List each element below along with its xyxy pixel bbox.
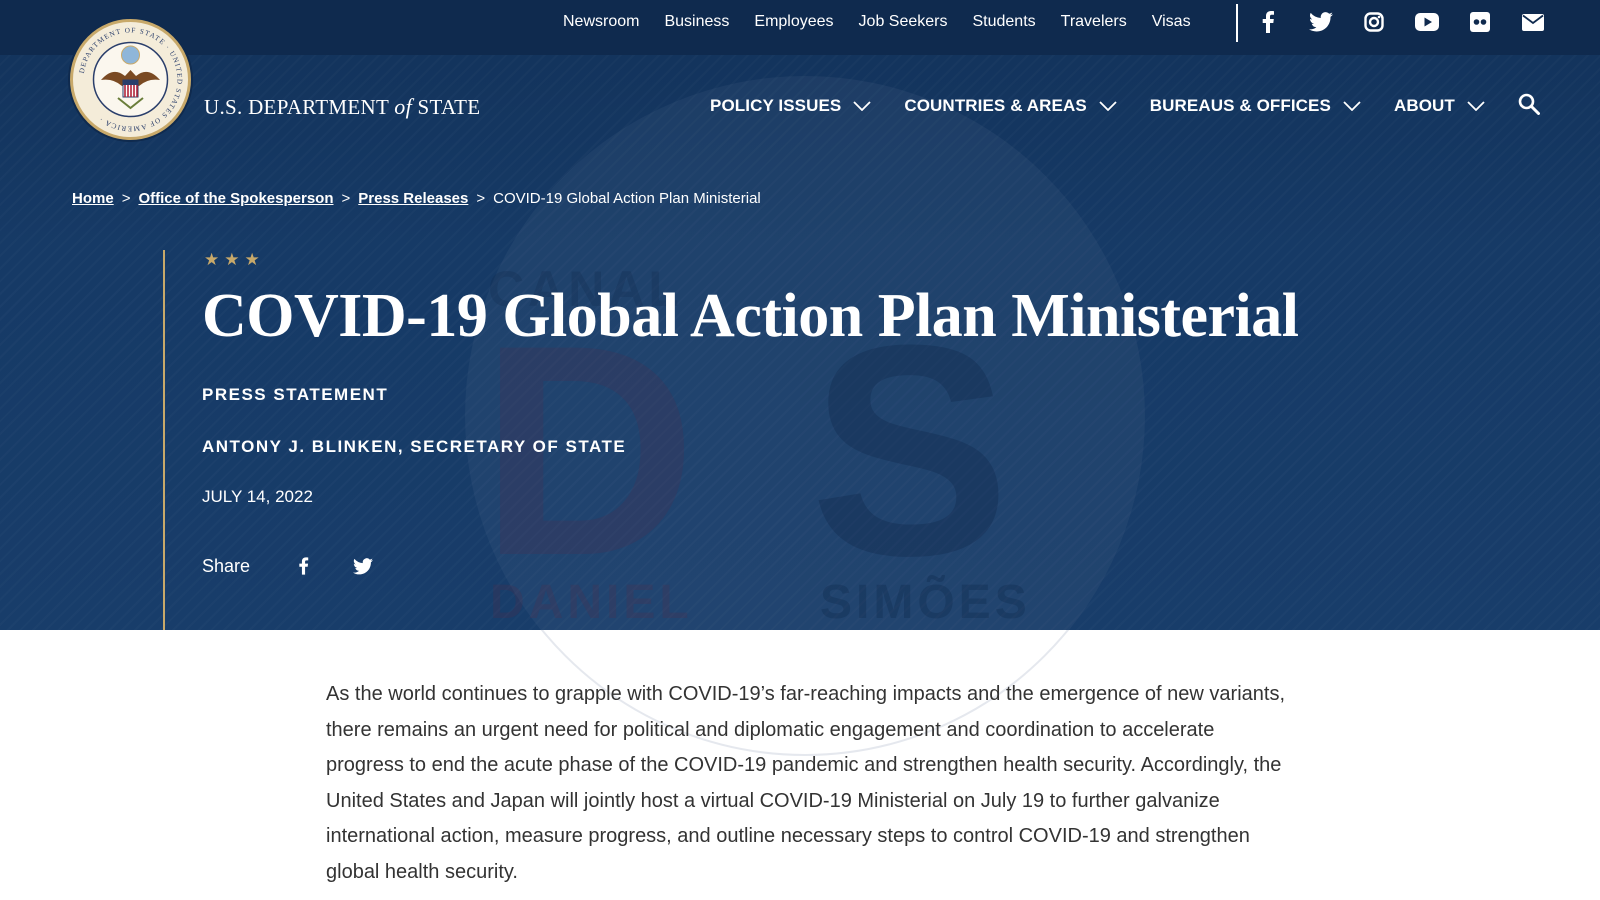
gold-accent-rule	[163, 250, 165, 630]
chevron-down-icon	[853, 101, 871, 111]
instagram-icon[interactable]	[1362, 10, 1386, 34]
chevron-down-icon	[1343, 101, 1361, 111]
nav-bureaus-offices[interactable]: BUREAUS & OFFICES	[1150, 96, 1361, 116]
youtube-icon[interactable]	[1415, 10, 1439, 34]
seal-emblem: DEPARTMENT OF STATE · UNITED STATES OF A…	[78, 26, 183, 132]
breadcrumb-home[interactable]: Home	[72, 190, 114, 207]
share-label: Share	[202, 555, 251, 576]
social-links	[1256, 0, 1574, 44]
nav-policy-issues[interactable]: POLICY ISSUES	[710, 96, 871, 116]
breadcrumb-current: COVID-19 Global Action Plan Ministerial	[493, 190, 761, 207]
article-type: PRESS STATEMENT	[202, 385, 389, 404]
facebook-icon[interactable]	[292, 555, 314, 577]
department-seal-logo[interactable]: DEPARTMENT OF STATE · UNITED STATES OF A…	[70, 19, 191, 140]
watermark-bottom-left: DANIEL	[490, 576, 693, 629]
nav-bureaus-offices-label: BUREAUS & OFFICES	[1149, 96, 1331, 115]
twitter-icon[interactable]	[1309, 10, 1333, 34]
search-icon[interactable]	[1518, 93, 1542, 117]
main-nav: POLICY ISSUES COUNTRIES & AREAS BUREAUS …	[710, 96, 1518, 116]
flickr-icon[interactable]	[1468, 10, 1492, 34]
breadcrumb-separator: >	[476, 190, 486, 207]
stars-decoration: ★★★	[204, 250, 265, 269]
page-title: COVID-19 Global Action Plan Ministerial	[202, 282, 1299, 350]
nav-about[interactable]: ABOUT	[1394, 96, 1485, 116]
breadcrumb-office-of-the-spokesperson[interactable]: Office of the Spokesperson	[138, 190, 333, 207]
article-author: ANTONY J. BLINKEN, SECRETARY OF STATE	[202, 437, 627, 456]
utility-link-travelers[interactable]: Travelers	[1061, 13, 1127, 31]
utility-link-business[interactable]: Business	[664, 13, 729, 31]
breadcrumb-press-releases[interactable]: Press Releases	[358, 190, 468, 207]
breadcrumb: Home > Office of the Spokesperson > Pres…	[72, 190, 761, 207]
nav-countries-areas-label: COUNTRIES & AREAS	[904, 96, 1087, 115]
email-icon[interactable]	[1521, 10, 1545, 34]
article-body: As the world continues to grapple with C…	[326, 683, 1286, 883]
agency-name-part2: STATE	[417, 95, 481, 119]
breadcrumb-separator: >	[121, 190, 131, 207]
agency-name-part1: U.S. DEPARTMENT	[204, 95, 389, 119]
article-date: JULY 14, 2022	[202, 487, 313, 506]
share-bar: Share	[202, 555, 374, 577]
chevron-down-icon	[1467, 101, 1485, 111]
utility-link-employees[interactable]: Employees	[754, 13, 833, 31]
hero-banner: CANAL D S Newsroom Business Employees Jo…	[0, 0, 1600, 630]
utility-divider	[1236, 4, 1238, 42]
facebook-icon[interactable]	[1256, 10, 1280, 34]
twitter-icon[interactable]	[352, 555, 374, 577]
utility-link-job-seekers[interactable]: Job Seekers	[859, 13, 948, 31]
chevron-down-icon	[1099, 101, 1117, 111]
breadcrumb-separator: >	[341, 190, 351, 207]
utility-link-visas[interactable]: Visas	[1152, 13, 1191, 31]
utility-nav: Newsroom Business Employees Job Seekers …	[563, 0, 1216, 44]
utility-link-students[interactable]: Students	[972, 13, 1035, 31]
watermark-bottom-right: SIMÕES	[820, 576, 1031, 629]
agency-name-of: of	[394, 94, 412, 119]
nav-policy-issues-label: POLICY ISSUES	[710, 96, 842, 115]
utility-link-newsroom[interactable]: Newsroom	[563, 13, 639, 31]
nav-about-label: ABOUT	[1393, 96, 1455, 115]
nav-countries-areas[interactable]: COUNTRIES & AREAS	[904, 96, 1117, 116]
agency-name[interactable]: U.S. DEPARTMENT of STATE	[204, 94, 480, 120]
